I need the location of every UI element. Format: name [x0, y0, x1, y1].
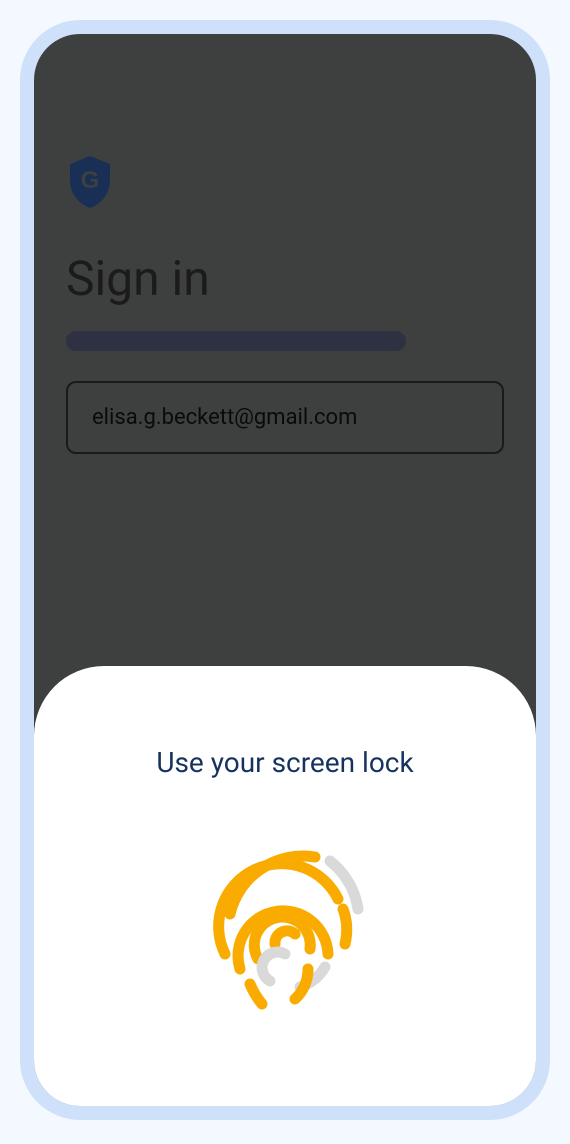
phone-frame: G Sign in elisa.g.beckett@gmail.com Use …	[20, 20, 550, 1120]
svg-text:G: G	[81, 167, 100, 194]
fingerprint-icon[interactable]	[190, 839, 380, 1029]
signin-title: Sign in	[66, 250, 504, 307]
sheet-title: Use your screen lock	[156, 746, 413, 779]
email-field[interactable]: elisa.g.beckett@gmail.com	[66, 381, 504, 454]
google-shield-icon: G	[66, 154, 114, 210]
screen-lock-bottom-sheet: Use your screen lock	[34, 666, 536, 1106]
subtitle-placeholder-bar	[66, 331, 406, 351]
